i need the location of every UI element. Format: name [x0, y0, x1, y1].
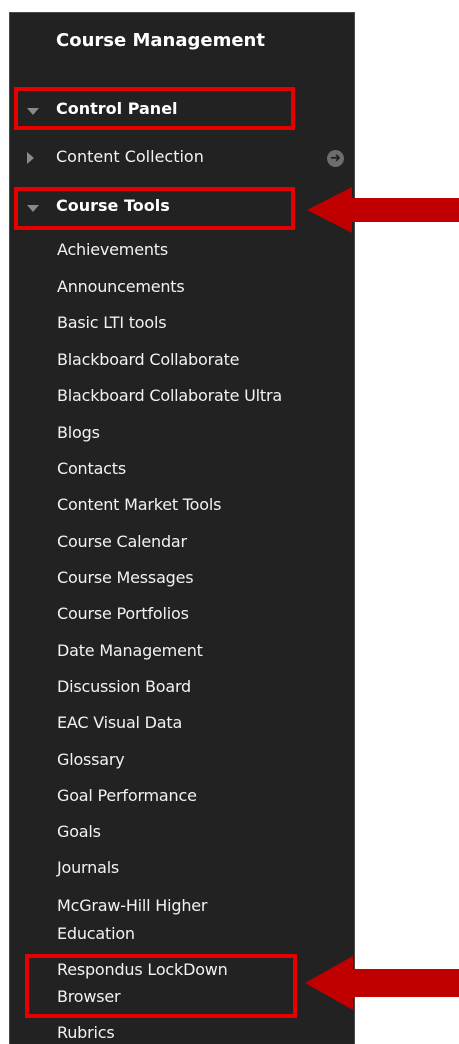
highlight-box-respondus	[25, 954, 297, 1018]
tool-item-rubrics[interactable]: Rubrics	[57, 1023, 115, 1042]
tool-item-mcgraw-hill-line1[interactable]: McGraw-Hill Higher	[57, 896, 207, 915]
tool-item-date-management[interactable]: Date Management	[57, 641, 203, 660]
tool-item-goal-performance[interactable]: Goal Performance	[57, 786, 197, 805]
tool-item-journals[interactable]: Journals	[57, 858, 119, 877]
tool-item-course-portfolios[interactable]: Course Portfolios	[57, 604, 189, 623]
tool-item-blackboard-collaborate[interactable]: Blackboard Collaborate	[57, 350, 239, 369]
red-arrow-left-icon	[307, 187, 459, 233]
red-arrow-left-icon	[305, 956, 459, 1010]
tool-item-achievements[interactable]: Achievements	[57, 240, 168, 259]
highlight-box-control-panel	[14, 87, 295, 130]
tool-item-course-calendar[interactable]: Course Calendar	[57, 532, 187, 551]
tool-item-basic-lti-tools[interactable]: Basic LTI tools	[57, 313, 167, 332]
tool-item-glossary[interactable]: Glossary	[57, 750, 125, 769]
tool-item-eac-visual-data[interactable]: EAC Visual Data	[57, 713, 182, 732]
caret-right-icon[interactable]	[27, 152, 34, 164]
tool-item-discussion-board[interactable]: Discussion Board	[57, 677, 191, 696]
tool-item-mcgraw-hill-line2[interactable]: Education	[57, 924, 135, 943]
course-management-panel	[9, 12, 355, 1044]
content-collection-item[interactable]: Content Collection	[56, 147, 204, 166]
tool-item-course-messages[interactable]: Course Messages	[57, 568, 194, 587]
tool-item-contacts[interactable]: Contacts	[57, 459, 126, 478]
tool-item-blogs[interactable]: Blogs	[57, 423, 100, 442]
tool-item-goals[interactable]: Goals	[57, 822, 101, 841]
arrow-right-circle-icon[interactable]: ➜	[327, 150, 344, 167]
highlight-box-course-tools	[14, 187, 295, 230]
tool-item-announcements[interactable]: Announcements	[57, 277, 185, 296]
tool-item-blackboard-collaborate-ultra[interactable]: Blackboard Collaborate Ultra	[57, 386, 282, 405]
tool-item-content-market-tools[interactable]: Content Market Tools	[57, 495, 221, 514]
panel-title: Course Management	[56, 30, 265, 51]
